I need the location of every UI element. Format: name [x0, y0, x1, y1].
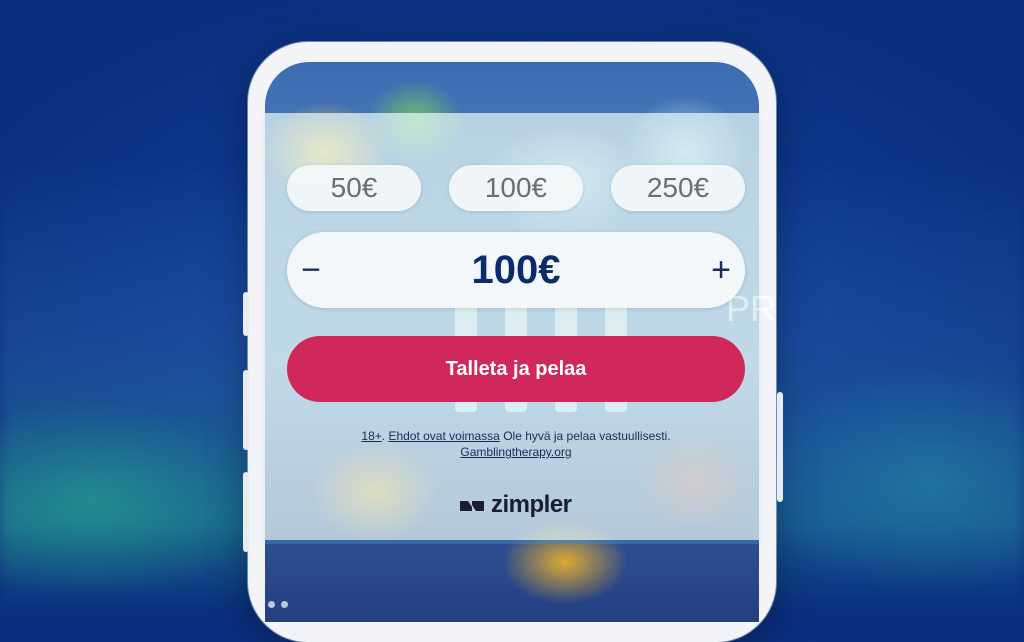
carousel-dots — [268, 601, 288, 608]
aurora-right-decoration — [764, 160, 1024, 614]
decrement-button[interactable]: − — [287, 232, 335, 308]
zimpler-logo-icon — [460, 501, 484, 511]
zimpler-brand-name: zimpler — [491, 491, 572, 518]
preset-250-button[interactable]: 250€ — [611, 165, 745, 211]
responsible-gaming-text: Ole hyvä ja pelaa vastuullisesti. — [503, 429, 671, 443]
amount-value[interactable]: 100€ — [287, 232, 745, 308]
phone-side-button — [243, 472, 249, 552]
phone-power-button — [777, 392, 783, 502]
legal-text: 18+. Ehdot ovat voimassa Ole hyvä ja pel… — [287, 428, 745, 460]
carousel-dot[interactable] — [268, 601, 275, 608]
increment-button[interactable]: + — [697, 232, 745, 308]
phone-side-button — [243, 370, 249, 450]
phone-side-button — [243, 292, 249, 336]
panel-bottom-edge — [265, 540, 759, 544]
carousel-dot[interactable] — [281, 601, 288, 608]
aurora-left-decoration — [0, 160, 260, 614]
gambling-therapy-link[interactable]: Gamblingtherapy.org — [460, 445, 571, 459]
terms-link[interactable]: Ehdot ovat voimassa — [388, 429, 499, 443]
legal-separator: . — [381, 429, 386, 443]
zimpler-brand: zimpler — [459, 491, 572, 518]
deposit-and-play-button[interactable]: Talleta ja pelaa — [287, 336, 745, 402]
amount-stepper: 100€ − + — [287, 232, 745, 308]
preset-100-button[interactable]: 100€ — [449, 165, 583, 211]
preset-50-button[interactable]: 50€ — [287, 165, 421, 211]
age-limit-link[interactable]: 18+ — [361, 429, 381, 443]
